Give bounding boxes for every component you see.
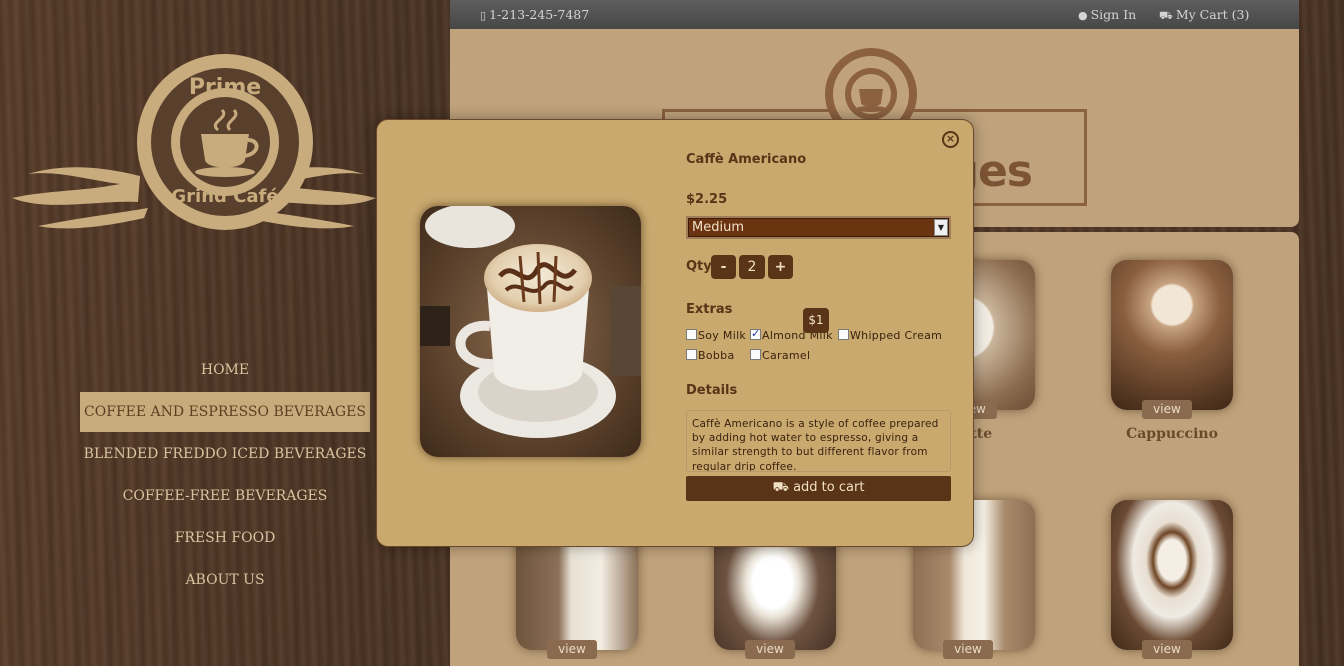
qty-value[interactable]: 2 bbox=[739, 255, 765, 279]
product-photo bbox=[420, 206, 641, 457]
product-modal: × Caffè Americano $2.25 Medium ▼ Qty - 2… bbox=[376, 119, 974, 547]
size-select-value: Medium bbox=[692, 220, 744, 235]
cart-label: My Cart (3) bbox=[1175, 7, 1250, 22]
bobba-label: Bobba bbox=[698, 349, 735, 362]
sign-in-link[interactable]: ● Sign In bbox=[1078, 7, 1136, 22]
view-button-row2-1[interactable]: view bbox=[547, 640, 597, 659]
extra-caramel[interactable]: Caramel bbox=[750, 349, 810, 362]
cart-link[interactable]: ⛟ My Cart (3) bbox=[1159, 7, 1249, 24]
view-button-row2-2[interactable]: view bbox=[745, 640, 795, 659]
main-nav: HOME COFFEE AND ESPRESSO BEVERAGES BLEND… bbox=[80, 350, 370, 602]
phone-icon: ▯ bbox=[480, 9, 487, 22]
almond-milk-checkbox[interactable] bbox=[750, 327, 761, 340]
extra-soy-milk[interactable]: Soy Milk bbox=[686, 329, 746, 342]
phone-number: 1-213-245-7487 bbox=[489, 7, 590, 22]
details-label: Details bbox=[686, 383, 738, 398]
product-price: $2.25 bbox=[686, 192, 728, 207]
soy-milk-label: Soy Milk bbox=[698, 329, 747, 342]
site-logo[interactable]: Prime Grind Café bbox=[8, 50, 380, 246]
close-icon[interactable]: × bbox=[942, 131, 959, 148]
view-button-cappuccino[interactable]: view bbox=[1142, 400, 1192, 419]
nav-item-coffee-espresso[interactable]: COFFEE AND ESPRESSO BEVERAGES bbox=[80, 392, 370, 432]
cart-icon: ⛟ bbox=[772, 480, 789, 495]
extra-bobba[interactable]: Bobba bbox=[686, 349, 734, 362]
qty-increase-button[interactable]: + bbox=[768, 255, 793, 279]
top-bar: ▯ 1-213-245-7487 ● Sign In ⛟ My Cart (3) bbox=[450, 0, 1299, 29]
caramel-label: Caramel bbox=[762, 349, 811, 362]
phone-contact[interactable]: ▯ 1-213-245-7487 bbox=[480, 7, 589, 22]
view-button-row2-3[interactable]: view bbox=[943, 640, 993, 659]
product-description: Caffè Americano is a style of coffee pre… bbox=[686, 410, 951, 472]
add-to-cart-label: add to cart bbox=[793, 480, 865, 495]
whipped-cream-checkbox[interactable] bbox=[838, 329, 849, 340]
product-image-row2-4[interactable] bbox=[1111, 500, 1233, 650]
whipped-cream-label: Whipped Cream bbox=[850, 329, 943, 342]
nav-item-about-us[interactable]: ABOUT US bbox=[80, 560, 370, 600]
add-to-cart-button[interactable]: ⛟ add to cart bbox=[686, 476, 951, 501]
view-button-row2-4[interactable]: view bbox=[1142, 640, 1192, 659]
extra-whipped-cream[interactable]: Whipped Cream bbox=[838, 329, 942, 342]
caramel-checkbox[interactable] bbox=[750, 349, 761, 360]
nav-item-blended-freddo[interactable]: BLENDED FREDDO ICED BEVERAGES bbox=[80, 434, 370, 474]
product-title: Caffè Americano bbox=[686, 152, 807, 167]
size-select[interactable]: Medium ▼ bbox=[686, 216, 951, 239]
coffee-cup-image bbox=[420, 206, 641, 457]
product-image-cappuccino[interactable] bbox=[1111, 260, 1233, 410]
product-name-cappuccino: Cappuccino bbox=[1126, 426, 1218, 442]
qty-label: Qty bbox=[686, 259, 712, 274]
qty-decrease-button[interactable]: - bbox=[711, 255, 736, 279]
nav-item-home[interactable]: HOME bbox=[80, 350, 370, 390]
bobba-checkbox[interactable] bbox=[686, 349, 697, 360]
nav-item-fresh-food[interactable]: FRESH FOOD bbox=[80, 518, 370, 558]
extra-price-tooltip: $1 bbox=[803, 308, 829, 333]
logo-text-bottom: Grind Café bbox=[171, 186, 278, 207]
chevron-down-icon[interactable]: ▼ bbox=[934, 219, 948, 236]
logo-text-top: Prime bbox=[189, 75, 261, 100]
soy-milk-checkbox[interactable] bbox=[686, 329, 697, 340]
sign-in-label: Sign In bbox=[1090, 7, 1137, 22]
user-icon: ● bbox=[1078, 9, 1088, 22]
logo-emblem: Prime Grind Café bbox=[12, 54, 376, 230]
cart-icon: ⛟ bbox=[1159, 9, 1173, 22]
extras-label: Extras bbox=[686, 302, 733, 317]
nav-item-coffee-free[interactable]: COFFEE-FREE BEVERAGES bbox=[80, 476, 370, 516]
